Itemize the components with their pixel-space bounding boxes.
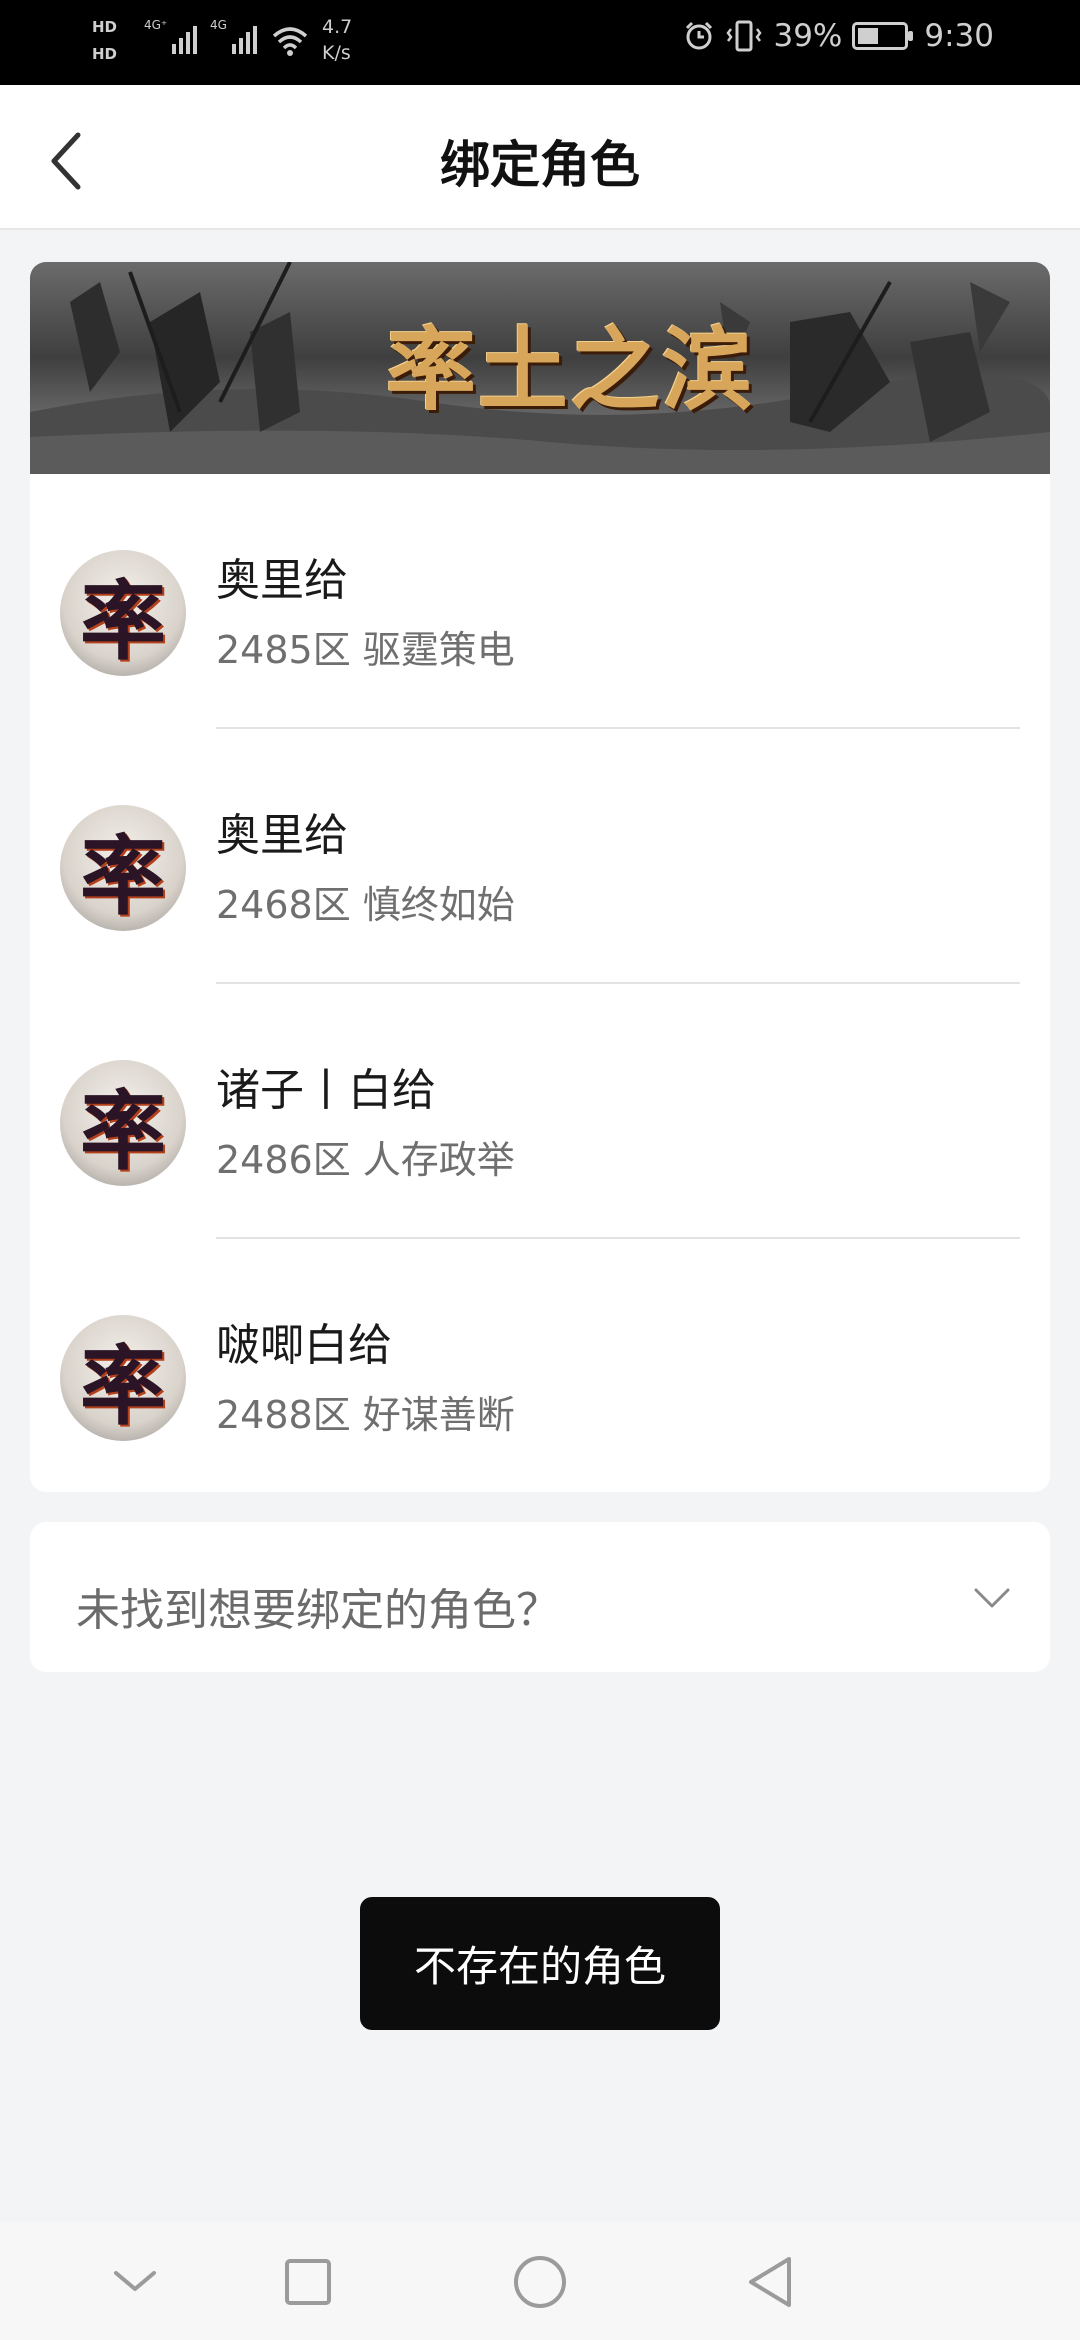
role-avatar: 率 [60, 1060, 186, 1186]
recent-apps-button[interactable] [278, 2252, 338, 2312]
system-nav-bar [0, 2222, 1080, 2340]
game-logo: 率土之滨 [386, 317, 754, 423]
avatar-logo: 率 [80, 825, 166, 927]
speed-unit: K/s [322, 42, 351, 64]
game-banner: 率土之滨 [30, 262, 1050, 474]
home-icon [514, 2256, 566, 2308]
nav-hide-icon [114, 2271, 156, 2291]
screen: HD HD 4G⁺ 4G 4.7 K/s 39% 9:30 绑定角色 率土之滨 … [0, 0, 1080, 2340]
chevron-down-icon [974, 1588, 1010, 1608]
hd-indicator: HD HD [92, 14, 134, 68]
role-name: 奥里给 [216, 810, 348, 861]
status-bar: HD HD 4G⁺ 4G 4.7 K/s 39% 9:30 [0, 0, 1080, 85]
back-icon [749, 2257, 791, 2307]
role-name: 诸子丨白给 [216, 1065, 436, 1116]
role-avatar: 率 [60, 1315, 186, 1441]
battery-percent: 39% [773, 18, 843, 54]
battery-icon [852, 22, 914, 50]
role-card: 率土之滨 率 奥里给 2485区 驱霆策电 率 奥里给 2468区 慎终如始 率… [30, 262, 1050, 1492]
role-server: 2468区 慎终如始 [216, 883, 515, 927]
clock-time: 9:30 [924, 18, 994, 54]
avatar-logo: 率 [80, 1335, 166, 1437]
role-not-found-label: 未找到想要绑定的角色？ [76, 1585, 560, 1636]
role-name: 啵唧白给 [216, 1320, 392, 1371]
toast-message: 不存在的角色 [360, 1897, 720, 2030]
role-item[interactable]: 率 奥里给 2485区 驱霆策电 [30, 474, 1050, 729]
app-header: 绑定角色 [0, 85, 1080, 230]
network-speed: 4.7 K/s [322, 14, 352, 66]
nav-back-button[interactable] [740, 2252, 800, 2312]
home-button[interactable] [510, 2252, 570, 2312]
role-name: 奥里给 [216, 555, 348, 606]
page-title: 绑定角色 [440, 136, 640, 194]
role-avatar: 率 [60, 550, 186, 676]
network-type-1: 4G⁺ [144, 18, 168, 32]
signal-icon: 4G⁺ [144, 18, 198, 54]
avatar-logo: 率 [80, 1080, 166, 1182]
role-server: 2486区 人存政举 [216, 1138, 515, 1182]
role-server: 2485区 驱霆策电 [216, 628, 515, 672]
hd1-label: HD [92, 18, 118, 36]
hd2-label: HD [92, 45, 118, 63]
role-not-found-expander[interactable]: 未找到想要绑定的角色？ [30, 1522, 1050, 1672]
speed-value: 4.7 [322, 16, 353, 38]
role-item[interactable]: 率 奥里给 2468区 慎终如始 [30, 729, 1050, 984]
wifi-icon [272, 27, 308, 56]
signal-icon: 4G [210, 18, 257, 54]
avatar-logo: 率 [80, 570, 166, 672]
role-list: 率 奥里给 2485区 驱霆策电 率 奥里给 2468区 慎终如始 率 诸子丨白… [30, 474, 1050, 1492]
vibrate-icon [726, 20, 763, 52]
role-item[interactable]: 率 啵唧白给 2488区 好谋善断 [30, 1239, 1050, 1492]
status-right: 39% 9:30 [683, 18, 994, 54]
role-avatar: 率 [60, 805, 186, 931]
role-server: 2488区 好谋善断 [216, 1393, 515, 1437]
alarm-icon [686, 21, 713, 50]
network-type-2: 4G [210, 18, 227, 32]
role-item[interactable]: 率 诸子丨白给 2486区 人存政举 [30, 984, 1050, 1239]
recent-apps-icon [285, 2259, 331, 2305]
nav-hide-button[interactable] [105, 2252, 165, 2312]
